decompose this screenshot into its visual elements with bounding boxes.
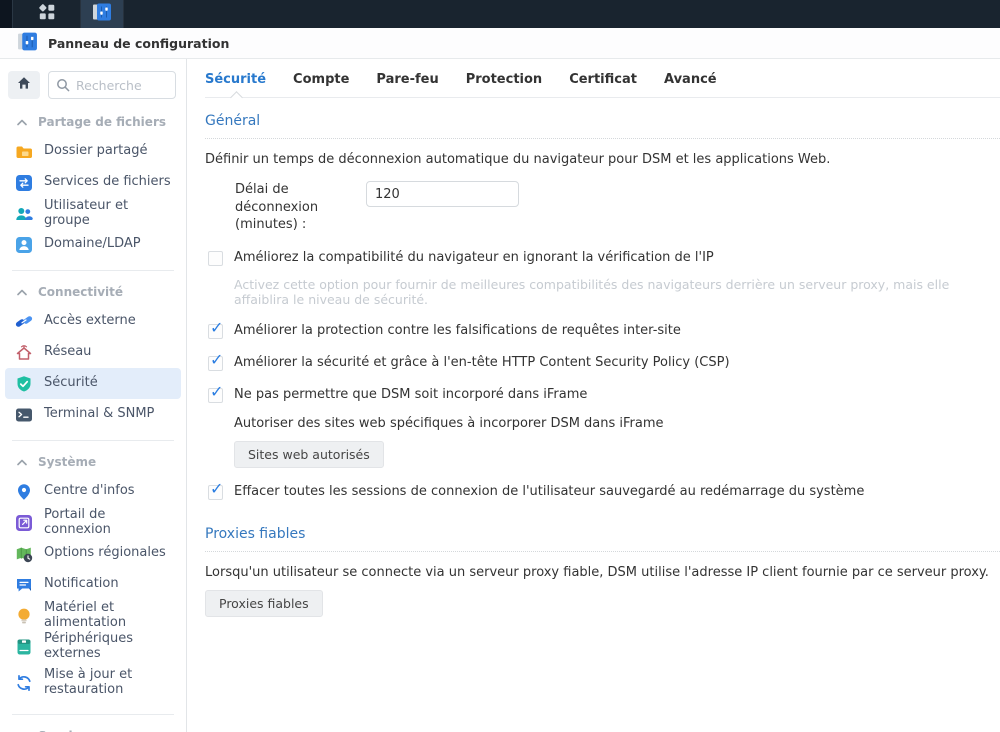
tab-compte[interactable]: Compte [293,72,349,87]
section-heading-proxies: Proxies fiables [205,526,1000,552]
main-menu-button[interactable] [13,0,80,28]
notification-icon [14,575,34,595]
logout-timer-row: Délai de déconnexion (minutes) : [235,181,1000,234]
section-heading-general: Général [205,113,1000,139]
checkbox-row-csp: ✓ Améliorer la sécurité et grâce à l'en-… [205,351,1000,371]
external-access-icon [14,312,34,332]
chevron-up-icon [17,455,27,469]
sidebar-item-options-regionales[interactable]: Options régionales [5,538,181,569]
sidebar-item-terminal-snmp[interactable]: Terminal & SNMP [5,399,181,430]
sidebar-item-portail-connexion[interactable]: Portail de connexion [5,507,181,538]
terminal-snmp-icon [14,405,34,425]
checkbox-label: Effacer toutes les sessions de connexion… [234,483,865,499]
allowed-websites-button[interactable]: Sites web autorisés [234,440,384,468]
checkbox-checked[interactable]: ✓ [208,383,223,403]
control-panel-icon [92,2,112,26]
taskbar-control-panel-tab[interactable] [80,0,124,28]
sidebar-item-acces-externe[interactable]: Accès externe [5,306,181,337]
general-intro-text: Définir un temps de déconnexion automati… [205,152,831,167]
regional-options-icon [14,544,34,564]
login-portal-icon [14,513,34,533]
checkbox-checked[interactable]: ✓ [208,480,223,500]
tab-bar: Sécurité Compte Pare-feu Protection Cert… [205,72,1000,98]
domain-ldap-icon [14,235,34,255]
checkbox-label: Améliorer la sécurité et grâce à l'en-tê… [234,354,730,370]
checkbox-row-ip-compatibility: ✓ Améliorez la compatibilité du navigate… [205,250,1000,266]
sidebar-section-systeme[interactable]: Système [0,443,186,476]
tab-certificat[interactable]: Certificat [569,72,637,87]
trusted-proxies-button[interactable]: Proxies fiables [205,589,323,617]
window-titlebar[interactable]: Panneau de configuration [0,28,1000,59]
checkbox-checked[interactable]: ✓ [208,319,223,339]
shared-folder-icon [14,142,34,162]
checkbox-checked[interactable]: ✓ [208,351,223,371]
sidebar-item-centre-infos[interactable]: Centre d'infos [5,476,181,507]
info-center-icon [14,482,34,502]
tab-avance[interactable]: Avancé [664,72,717,87]
file-services-icon [14,173,34,193]
hardware-power-icon [14,606,34,626]
control-panel-icon [17,31,38,56]
main-menu-grid-icon [38,3,56,25]
checkbox-unchecked[interactable]: ✓ [208,250,223,266]
tab-securite[interactable]: Sécurité [205,72,266,87]
logout-timer-label: Délai de déconnexion (minutes) : [235,182,319,233]
sidebar-item-mise-a-jour[interactable]: Mise à jour et restauration [5,662,181,704]
external-devices-icon [14,637,34,657]
chevron-up-icon [17,115,27,129]
checkbox-label: Ne pas permettre que DSM soit incorporé … [234,386,588,402]
main-panel: Sécurité Compte Pare-feu Protection Cert… [187,59,1000,732]
sidebar-item-dossier-partage[interactable]: Dossier partagé [5,136,181,167]
network-icon [14,343,34,363]
update-restore-icon [14,673,34,693]
proxies-intro-text: Lorsqu'un utilisateur se connecte via un… [205,564,989,580]
checkbox-row-clear-sessions: ✓ Effacer toutes les sessions de connexi… [205,480,1000,500]
sidebar-item-notification[interactable]: Notification [5,569,181,600]
tab-pare-feu[interactable]: Pare-feu [376,72,438,87]
security-icon [14,374,34,394]
sidebar-section-connectivite[interactable]: Connectivité [0,273,186,306]
checkbox-label: Améliorez la compatibilité du navigateur… [234,249,714,265]
search-icon [56,78,70,96]
sidebar-item-utilisateur-groupe[interactable]: Utilisateur et groupe [5,198,181,229]
user-group-icon [14,204,34,224]
chevron-up-icon [17,285,27,299]
sidebar-item-services-fichiers[interactable]: Services de fichiers [5,167,181,198]
desktop-taskbar [0,0,1000,28]
sidebar-section-services[interactable]: Services [0,717,186,732]
sidebar-item-materiel-alimentation[interactable]: Matériel et alimentation [5,600,181,631]
sidebar-item-securite[interactable]: Sécurité [5,368,181,399]
sidebar-item-domaine-ldap[interactable]: Domaine/LDAP [5,229,181,260]
iframe-sub-text: Autoriser des sites web spécifiques à in… [234,415,664,431]
checkbox-row-csrf-protection: ✓ Améliorer la protection contre les fal… [205,319,1000,339]
window-title: Panneau de configuration [48,35,230,51]
logout-timer-input[interactable] [366,181,519,207]
sidebar-item-reseau[interactable]: Réseau [5,337,181,368]
search-box [48,71,176,99]
sidebar-section-partage[interactable]: Partage de fichiers [0,103,186,136]
checkbox-row-iframe: ✓ Ne pas permettre que DSM soit incorpor… [205,383,1000,403]
home-button[interactable] [8,71,40,99]
checkbox-label: Améliorer la protection contre les falsi… [234,322,681,338]
home-icon [16,75,32,95]
tab-protection[interactable]: Protection [466,72,542,87]
sidebar: Partage de fichiers Dossier partagé [0,59,187,732]
taskbar-corner [0,0,13,28]
checkbox-help-text: Activez cette option pour fournir de mei… [234,276,950,307]
sidebar-item-peripheriques-externes[interactable]: Périphériques externes [5,631,181,662]
